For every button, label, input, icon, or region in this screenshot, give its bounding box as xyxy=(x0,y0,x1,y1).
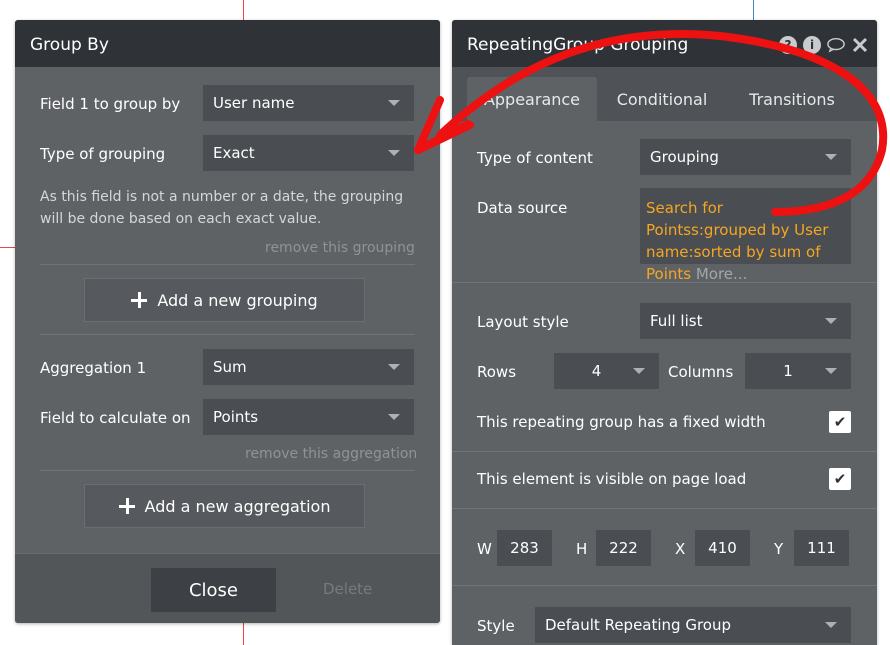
divider xyxy=(40,334,415,335)
tab-conditional[interactable]: Conditional xyxy=(602,77,722,121)
comment-icon[interactable] xyxy=(827,36,845,54)
content-type-value: Grouping xyxy=(650,148,719,166)
fixed-width-label: This repeating group has a fixed width xyxy=(477,413,766,431)
data-source-label: Data source xyxy=(477,199,568,217)
style-value: Default Repeating Group xyxy=(545,616,732,634)
plus-icon xyxy=(118,498,135,514)
fixed-width-checkbox[interactable]: ✔ xyxy=(829,411,851,433)
close-button[interactable]: Close xyxy=(151,568,276,612)
chevron-down-icon xyxy=(825,318,837,324)
tab-bar: Appearance Conditional Transitions xyxy=(452,67,877,121)
layout-style-value: Full list xyxy=(650,312,703,330)
chevron-down-icon xyxy=(388,100,400,106)
height-input[interactable]: 222 xyxy=(596,530,651,566)
check-icon: ✔ xyxy=(833,470,847,488)
add-aggregation-button[interactable]: Add a new aggregation xyxy=(84,484,365,528)
grouping-type-select[interactable]: Exact xyxy=(203,135,414,171)
tab-transitions[interactable]: Transitions xyxy=(732,77,852,121)
content-type-label: Type of content xyxy=(477,149,593,167)
more-link[interactable]: More... xyxy=(696,265,748,283)
group-by-panel: Group By Field 1 to group by User name T… xyxy=(15,20,440,623)
style-label: Style xyxy=(477,617,515,635)
group-by-title: Group By xyxy=(15,20,440,67)
aggregation-label: Aggregation 1 xyxy=(40,359,147,377)
x-input[interactable]: 410 xyxy=(695,530,750,566)
panel-footer: Close Delete xyxy=(15,553,440,623)
chevron-down-icon xyxy=(388,364,400,370)
grouping-note: As this field is not a number or a date,… xyxy=(40,189,404,227)
data-source-expression[interactable]: Search for Pointss:grouped by User name:… xyxy=(640,188,851,283)
width-input[interactable]: 283 xyxy=(497,530,552,566)
style-select[interactable]: Default Repeating Group xyxy=(535,607,851,643)
grouping-type-value: Exact xyxy=(213,144,255,162)
title-icons: ? i xyxy=(779,36,869,54)
element-properties-panel: RepeatingGroup Grouping ? i Appearance C… xyxy=(452,20,877,645)
aggregation-value: Sum xyxy=(213,358,247,376)
rows-label: Rows xyxy=(477,363,517,381)
columns-label: Columns xyxy=(668,363,734,381)
divider xyxy=(40,264,415,265)
w-label: W xyxy=(477,540,492,558)
divider xyxy=(40,470,415,471)
visible-on-load-label: This element is visible on page load xyxy=(477,470,747,488)
h-label: H xyxy=(576,540,588,558)
guide-line-vertical-bottom xyxy=(243,622,244,645)
y-label: Y xyxy=(774,540,784,558)
grouping-type-label: Type of grouping xyxy=(40,145,166,163)
check-icon: ✔ xyxy=(833,413,847,431)
guide-line-blue xyxy=(753,0,754,22)
chevron-down-icon xyxy=(825,368,837,374)
content-type-select[interactable]: Grouping xyxy=(640,139,851,175)
add-aggregation-label: Add a new aggregation xyxy=(144,496,331,516)
columns-value: 1 xyxy=(783,362,793,380)
divider xyxy=(452,451,877,452)
rows-value: 4 xyxy=(591,362,602,380)
chevron-down-icon xyxy=(825,154,837,160)
columns-select[interactable]: 1 xyxy=(745,353,851,389)
divider xyxy=(452,282,877,283)
chevron-down-icon xyxy=(388,150,400,156)
tab-appearance[interactable]: Appearance xyxy=(467,77,597,121)
field1-label: Field 1 to group by xyxy=(40,95,181,113)
info-circle-icon[interactable]: i xyxy=(803,36,821,54)
close-icon[interactable] xyxy=(851,36,869,54)
layout-style-label: Layout style xyxy=(477,313,569,331)
add-grouping-label: Add a new grouping xyxy=(157,290,318,310)
aggregation-select[interactable]: Sum xyxy=(203,349,414,385)
calc-field-label: Field to calculate on xyxy=(40,409,191,427)
chevron-down-icon xyxy=(825,622,837,628)
remove-aggregation-link[interactable]: remove this aggregation xyxy=(245,446,417,462)
rows-select[interactable]: 4 xyxy=(554,353,659,389)
y-input[interactable]: 111 xyxy=(794,530,849,566)
add-grouping-button[interactable]: Add a new grouping xyxy=(84,278,365,322)
divider xyxy=(452,508,877,509)
guide-line-vertical xyxy=(243,0,244,22)
delete-button[interactable]: Delete xyxy=(323,580,372,598)
plus-icon xyxy=(131,292,148,308)
calc-field-select[interactable]: Points xyxy=(203,399,414,435)
calc-field-value: Points xyxy=(213,408,259,426)
field1-select[interactable]: User name xyxy=(203,85,414,121)
visible-on-load-checkbox[interactable]: ✔ xyxy=(829,468,851,490)
field1-value: User name xyxy=(213,94,295,112)
guide-line-horizontal xyxy=(0,247,16,248)
remove-grouping-link[interactable]: remove this grouping xyxy=(265,240,415,256)
x-label: X xyxy=(675,540,686,558)
chevron-down-icon xyxy=(388,414,400,420)
chevron-down-icon xyxy=(633,368,645,374)
question-circle-icon[interactable]: ? xyxy=(779,36,797,54)
layout-style-select[interactable]: Full list xyxy=(640,303,851,339)
divider xyxy=(452,585,877,586)
